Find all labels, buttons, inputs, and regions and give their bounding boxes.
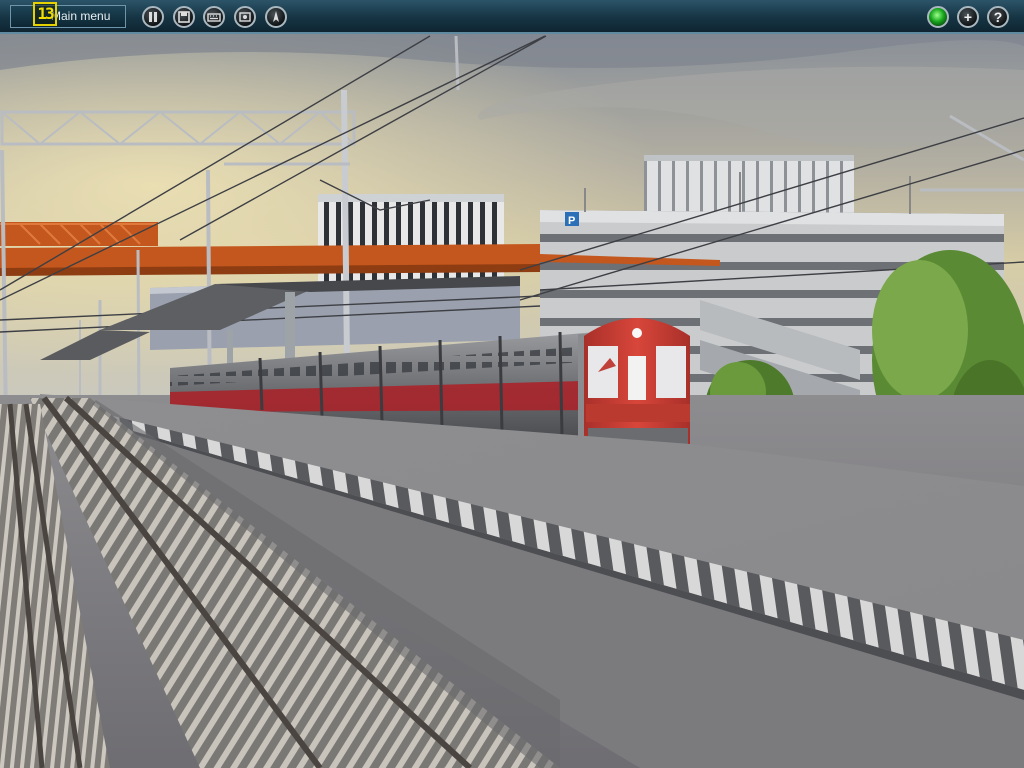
compass-button[interactable] bbox=[265, 6, 287, 28]
compass-icon bbox=[273, 11, 279, 22]
camera-button[interactable] bbox=[234, 6, 256, 28]
help-icon: ? bbox=[993, 9, 1003, 25]
fps-counter: 13 bbox=[33, 2, 57, 26]
keyboard-icon bbox=[207, 13, 221, 22]
help-button[interactable]: ? bbox=[987, 6, 1009, 28]
railway-station-scene: P bbox=[0, 34, 1024, 768]
svg-text:P: P bbox=[568, 215, 575, 227]
save-button[interactable] bbox=[173, 6, 195, 28]
keyboard-button[interactable] bbox=[203, 6, 225, 28]
status-light-icon bbox=[927, 6, 949, 28]
save-icon bbox=[178, 11, 190, 23]
pause-button[interactable] bbox=[142, 6, 164, 28]
add-button[interactable]: + bbox=[957, 6, 979, 28]
main-menu-button[interactable]: Main menu bbox=[10, 5, 126, 28]
pause-icon bbox=[149, 12, 157, 22]
plus-icon: + bbox=[963, 9, 973, 25]
camera-icon bbox=[239, 12, 251, 22]
top-toolbar: Main menu 13 + ? bbox=[0, 0, 1024, 34]
